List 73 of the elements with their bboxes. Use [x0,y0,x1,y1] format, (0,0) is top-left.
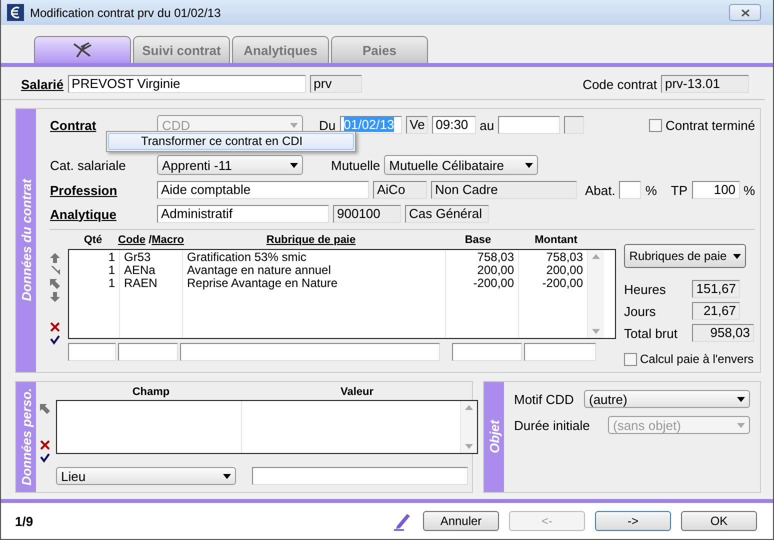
mutual-insurance-select[interactable]: Mutuelle Célibataire [384,155,538,175]
total-value: 151,67 [692,280,740,298]
total-value: 21,67 [692,302,740,320]
unit-label: % [645,182,657,198]
field-label: Mutuelle [331,158,380,172]
column-header: Champ [132,386,170,398]
table-cell-text: Avantage en nature annuel [186,264,332,277]
employee-name-field[interactable]: PREVOST Virginie [68,75,306,93]
employee-code-field: prv [310,75,362,93]
table-cell-text: 1 [107,277,116,290]
analytics-code-field: 900100 [333,205,401,223]
checkbox-label: Contrat terminé [666,118,756,132]
table-cell-text: 1 [107,264,116,277]
column-header: Code [118,234,146,246]
section-title: Objet [486,420,502,454]
table-cell-text: Gr53 [123,251,152,264]
footer-button[interactable]: OK [681,511,757,531]
field-label: Durée initiale [514,418,590,432]
field-label: Abat. [585,182,616,198]
pay-items-button[interactable]: Rubriques de paie [624,244,746,268]
profession-field[interactable]: Aide comptable [157,181,369,199]
table-cell-text: 758,03 [476,251,515,264]
part-time-field[interactable]: 100 [692,181,740,199]
field-label: Code contrat [582,76,657,92]
contract-code-field: prv-13.01 [661,75,749,93]
column-header: Base [464,234,492,246]
column-header: / [148,234,152,246]
profession-code-field: AiCo [373,181,427,199]
total-value: 958,03 [692,324,754,342]
analytics-field[interactable]: Administratif [157,205,329,223]
section-title: Données perso. [18,388,34,486]
table-cell-text: 200,00 [476,264,515,277]
table-cell-text: 758,03 [545,251,584,264]
start-time-field[interactable]: 09:30 [432,116,476,134]
total-label: Total brut [624,326,678,340]
section-title: Données du contrat [18,179,34,302]
column-header: Macro [152,234,184,246]
column-header: Montant [534,234,578,246]
field-select[interactable]: Lieu [56,467,236,485]
field-label: Salarié [21,76,64,92]
total-label: Heures [624,282,667,296]
unit-label: % [744,182,756,198]
dropdown-select[interactable]: (autre) [584,390,750,408]
table-cell-text: 200,00 [545,264,584,277]
table-cell-text: RAEN [123,277,158,290]
status-field: Non Cadre [431,181,577,199]
table-cell-text: -200,00 [472,277,515,290]
field-label: TP [670,182,688,198]
weekday-field: Ve [406,116,428,134]
column-header: Rubrique de paie [266,234,356,246]
total-label: Jours [624,304,657,318]
column-header: Qté [84,234,102,246]
table-cell-text: 1 [107,251,116,264]
column-header: Valeur [340,386,374,398]
case-field: Cas Général [405,205,489,223]
field-label: Du [319,118,336,132]
field-label: Analytique [50,206,116,222]
category-select[interactable]: Apprenti -11 [157,155,303,175]
field-label: Contrat [50,118,96,132]
field-label: au [480,118,494,132]
footer-button[interactable]: -> [595,511,671,531]
window-title: Modification contrat prv du 01/02/13 [30,6,222,20]
field-label: Profession [50,182,118,198]
table-cell-text: Reprise Avantage en Nature [186,277,339,290]
table-cell-text: -200,00 [541,277,584,290]
checkbox-label: Calcul paie à l'envers [640,352,754,366]
field-label: Motif CDD [514,392,574,406]
table-cell-text: AENa [123,264,156,277]
footer-button[interactable]: Annuler [423,511,499,531]
menu-item[interactable]: Transformer ce contrat en CDI [108,133,354,150]
field-label: Cat. salariale [50,158,126,172]
record-counter: 1/9 [15,514,34,528]
table-cell-text: Gratification 53% smic [186,251,308,264]
